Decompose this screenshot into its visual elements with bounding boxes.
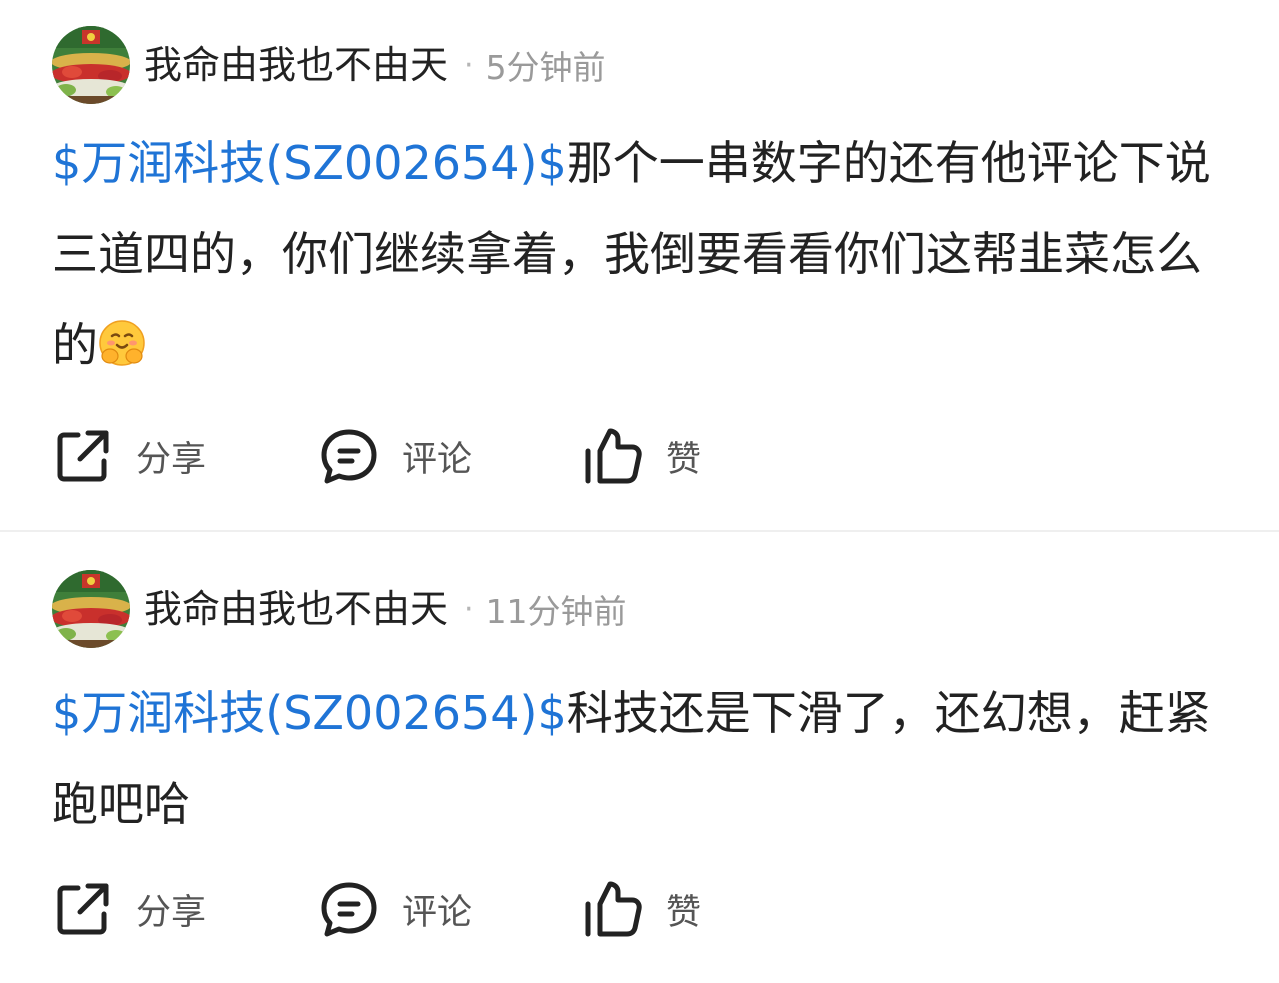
thumbs-up-icon [585,428,642,484]
comment-label: 评论 [402,892,473,933]
post-header: 我命由我也不由天 · 5分钟前 [52,26,606,104]
share-label: 分享 [136,439,207,480]
username[interactable]: 我命由我也不由天 [144,43,448,87]
post-card[interactable]: 我命由我也不由天 · 11分钟前 $万润科技(SZ002654)$科技还是下滑了… [0,532,1279,983]
post-header: 我命由我也不由天 · 11分钟前 [52,570,627,648]
share-external-icon [57,430,109,482]
share-external-icon [57,883,109,935]
like-button[interactable]: 赞 [582,877,701,941]
separator-dot: · [464,47,474,83]
stock-tag-link[interactable]: $万润科技(SZ002654)$ [52,136,567,190]
action-bar: 分享 评论 赞 [52,424,952,488]
username[interactable]: 我命由我也不由天 [144,587,448,631]
share-button[interactable]: 分享 [52,877,206,941]
separator-dot: · [464,591,474,627]
thumbs-up-icon [585,881,642,937]
comment-button[interactable]: 评论 [318,424,472,488]
comment-bubble-icon [321,429,377,484]
hugging-face-emoji-icon [99,320,145,366]
comment-bubble-icon [321,882,377,937]
avatar[interactable] [52,26,130,104]
post-text: $万润科技(SZ002654)$那个一串数字的还有他评论下说三道四的，你们继续拿… [52,118,1242,391]
stock-tag-link[interactable]: $万润科技(SZ002654)$ [52,686,567,740]
share-label: 分享 [136,892,207,933]
like-label: 赞 [666,439,702,480]
timestamp: 5分钟前 [485,48,606,87]
comment-button[interactable]: 评论 [318,877,472,941]
post-text: $万润科技(SZ002654)$科技还是下滑了，还幻想，赶紧跑吧哈 [52,668,1242,850]
action-bar: 分享 评论 赞 [52,877,952,941]
avatar[interactable] [52,570,130,648]
post-card[interactable]: 我命由我也不由天 · 5分钟前 $万润科技(SZ002654)$那个一串数字的还… [0,0,1279,530]
like-button[interactable]: 赞 [582,424,701,488]
like-label: 赞 [666,892,702,933]
share-button[interactable]: 分享 [52,424,206,488]
comment-label: 评论 [402,439,473,480]
timestamp: 11分钟前 [485,592,627,631]
